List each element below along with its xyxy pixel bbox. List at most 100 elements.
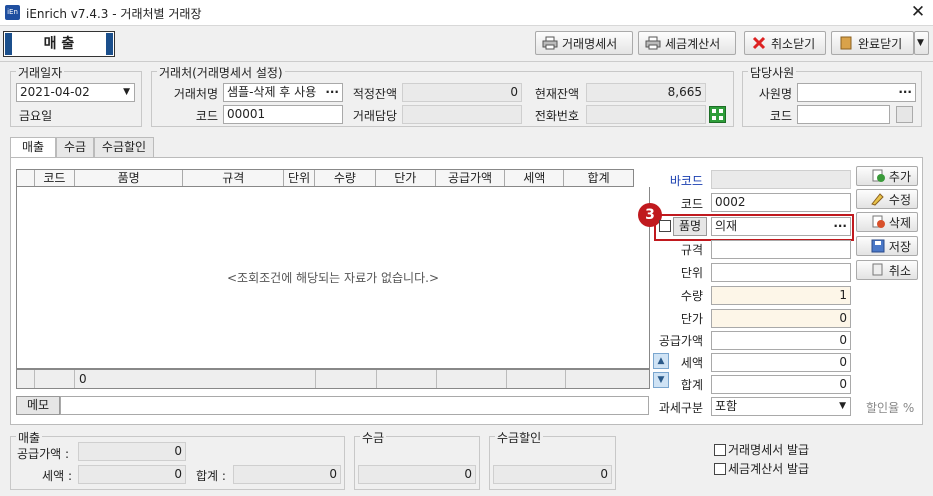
staff-group-title: 담당사원	[748, 64, 797, 81]
tax-label: 세액	[680, 356, 703, 370]
issue-statement-option[interactable]: 거래명세서 발급	[714, 441, 809, 458]
ellipsis-icon[interactable]: ···	[833, 218, 847, 235]
cancel-button-label: 취소	[888, 263, 911, 278]
issue-tax-invoice-checkbox[interactable]	[714, 462, 726, 475]
item-name-checkbox[interactable]	[659, 220, 671, 232]
ellipsis-icon[interactable]: ···	[325, 84, 339, 101]
weekday-text: 금요일	[19, 109, 53, 123]
add-button[interactable]: 추가	[856, 166, 918, 186]
unit-label: 단위	[680, 266, 703, 280]
total-label: 합계	[680, 378, 703, 392]
delete-button[interactable]: 삭제	[856, 212, 918, 232]
collection-title: 수금	[360, 429, 387, 446]
grid-col-total[interactable]: 합계	[564, 170, 633, 186]
grid-col-qty[interactable]: 수량	[315, 170, 376, 186]
phone-grid-icon[interactable]	[709, 106, 726, 123]
current-balance-value: 8,665	[586, 83, 706, 102]
grid-foot-cell	[437, 370, 507, 388]
done-close-button[interactable]: 완료닫기	[831, 31, 914, 55]
printer-icon	[645, 36, 661, 50]
staff-lookup-icon[interactable]	[896, 106, 913, 123]
grid-empty-message: <조회조건에 해당되는 자료가 없습니다.>	[226, 271, 439, 285]
move-up-icon[interactable]: ▲	[653, 353, 669, 369]
tab-collection-discount[interactable]: 수금할인	[94, 137, 154, 157]
grid-foot-cell	[377, 370, 437, 388]
tax-invoice-button-label: 세금계산서	[665, 36, 721, 51]
edit-button-label: 수정	[888, 192, 911, 207]
book-icon	[840, 36, 852, 50]
edit-button[interactable]: 수정	[856, 189, 918, 209]
sales-mode-label: 매 출	[43, 36, 75, 52]
grid-foot-cell	[17, 370, 35, 388]
spec-label: 규격	[680, 243, 703, 257]
grid-col-price[interactable]: 단가	[376, 170, 436, 186]
sales-mode-button[interactable]: 매 출	[3, 31, 115, 57]
price-field[interactable]: 0	[711, 309, 851, 328]
total-field[interactable]: 0	[711, 375, 851, 394]
summary-tax-value: 0	[78, 465, 186, 484]
client-name-label: 거래처명	[173, 87, 218, 101]
issue-statement-checkbox[interactable]	[714, 443, 726, 456]
move-down-icon[interactable]: ▼	[653, 372, 669, 388]
staff-code-field[interactable]	[797, 105, 890, 124]
done-close-dropdown[interactable]: ▼	[914, 31, 929, 55]
collection-value: 0	[358, 465, 476, 484]
cancel-close-button[interactable]: 취소닫기	[744, 31, 826, 55]
grid-body[interactable]: <조회조건에 해당되는 자료가 없습니다.>	[16, 187, 650, 369]
grid-col-tax[interactable]: 세액	[505, 170, 565, 186]
unit-field[interactable]	[711, 263, 851, 282]
edit-pencil-icon	[871, 193, 884, 206]
item-name-button[interactable]: 품명	[673, 217, 707, 236]
grid-footer: 0	[16, 369, 650, 389]
tax-type-select[interactable]: 포함	[711, 397, 851, 416]
grid-header: 코드 품명 규격 단위 수량 단가 공급가액 세액 합계	[16, 169, 634, 187]
client-name-field[interactable]: 샘플-삭제 후 사용 ···	[223, 83, 343, 102]
app-logo-icon: iEn	[5, 5, 20, 20]
tax-field[interactable]: 0	[711, 353, 851, 372]
grid-foot-count: 0	[75, 370, 316, 388]
barcode-label: 바코드	[669, 174, 703, 188]
memo-button[interactable]: 메모	[16, 396, 60, 415]
spec-field[interactable]	[711, 240, 851, 259]
client-name-value: 샘플-삭제 후 사용	[227, 85, 317, 99]
printer-icon	[542, 36, 558, 50]
grid-col-code[interactable]: 코드	[35, 170, 75, 186]
client-code-field[interactable]: 00001	[223, 105, 343, 124]
grid-foot-cell	[507, 370, 566, 388]
grid-col-supply[interactable]: 공급가액	[436, 170, 506, 186]
staff-name-field[interactable]: ···	[797, 83, 916, 102]
mode-bar-left	[5, 33, 12, 55]
tab-collection[interactable]: 수금	[56, 137, 94, 157]
summary-tax-label: 세액 :	[42, 469, 72, 483]
tax-type-label: 과세구분	[658, 401, 703, 415]
date-picker[interactable]: 2021-04-02	[16, 83, 135, 102]
item-name-field[interactable]: 의재 ···	[711, 217, 851, 236]
toolbar-divider	[0, 61, 933, 62]
ellipsis-icon[interactable]: ···	[898, 84, 912, 101]
barcode-field[interactable]	[711, 170, 851, 189]
statement-button[interactable]: 거래명세서	[535, 31, 633, 55]
window-title: iEnrich v7.4.3 - 거래처별 거래장	[26, 7, 202, 21]
collection-discount-value: 0	[493, 465, 612, 484]
save-button[interactable]: 저장	[856, 236, 918, 256]
item-code-field[interactable]: 0002	[711, 193, 851, 212]
supply-field[interactable]: 0	[711, 331, 851, 350]
delete-button-label: 삭제	[888, 215, 911, 230]
memo-field[interactable]	[60, 396, 649, 415]
cancel-button[interactable]: 취소	[856, 260, 918, 280]
price-label: 단가	[680, 312, 703, 326]
staff-code-label: 코드	[769, 109, 792, 123]
tab-sales[interactable]: 매출	[10, 137, 56, 158]
summary-supply-label: 공급가액 :	[17, 447, 70, 461]
grid-col-unit[interactable]: 단위	[284, 170, 316, 186]
grid-foot-cell	[566, 370, 635, 388]
tax-invoice-button[interactable]: 세금계산서	[638, 31, 736, 55]
grid-col-spec[interactable]: 규격	[183, 170, 285, 186]
qty-field[interactable]: 1	[711, 286, 851, 305]
issue-tax-invoice-option[interactable]: 세금계산서 발급	[714, 460, 809, 477]
grid-col-item[interactable]: 품명	[75, 170, 184, 186]
close-icon[interactable]: ✕	[908, 2, 928, 22]
grid-col-selector	[17, 170, 35, 186]
save-icon	[871, 239, 885, 253]
summary-supply-value: 0	[78, 442, 186, 461]
